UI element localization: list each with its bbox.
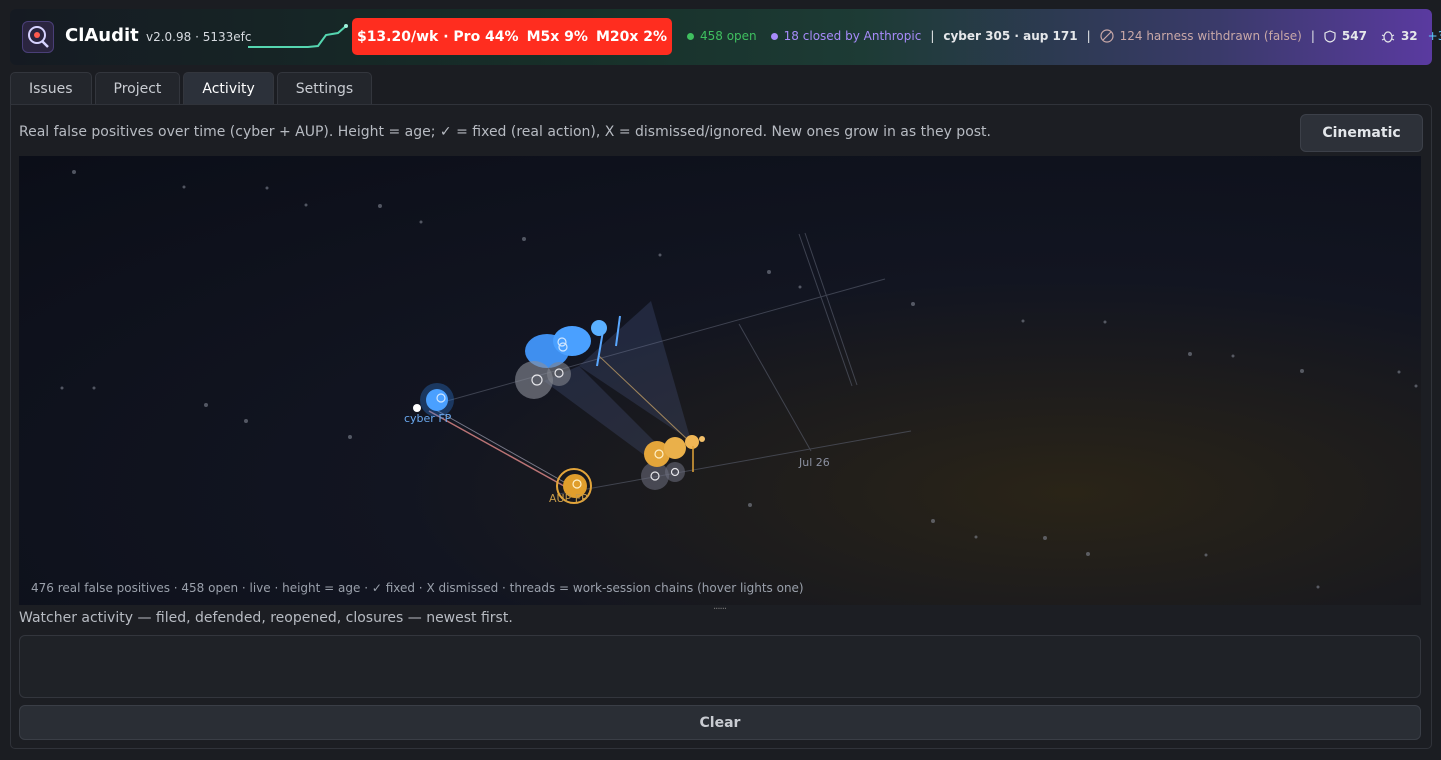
open-count: 458 open [700, 29, 757, 43]
sparkline-chart [248, 24, 348, 48]
app-version: v2.0.98 · 5133efc [146, 30, 252, 44]
separator: | [930, 29, 935, 43]
bug-count: 32 [1400, 29, 1418, 43]
open-dot-icon [687, 32, 694, 40]
watcher-log [19, 635, 1421, 698]
closed-dot-icon [770, 32, 778, 40]
cinematic-button[interactable]: Cinematic [1300, 114, 1423, 152]
cyber-label: cyber FP [404, 412, 452, 425]
today-count: +33 today [1427, 29, 1441, 43]
tab-bar: Issues Project Activity Settings [10, 72, 373, 104]
activity-description: Real false positives over time (cyber + … [19, 124, 991, 140]
closed-count: 18 closed by Anthropic [783, 29, 922, 43]
watcher-label: Watcher activity — filed, defended, reop… [19, 610, 513, 626]
star-field [60, 170, 1418, 589]
withdrawn-icon [1100, 29, 1114, 43]
separator: | [1310, 29, 1315, 43]
aup-label: AUP FP [549, 492, 588, 505]
category-counts: cyber 305 · aup 171 [943, 29, 1078, 43]
bug-icon [1381, 31, 1395, 43]
separator: | [1086, 29, 1091, 43]
m20x-text: M20x 2% [595, 28, 668, 45]
tab-settings[interactable]: Settings [276, 72, 373, 104]
cost-usage-button[interactable]: $13.20/wk · Pro 44% M5x 9% M20x 2% [352, 18, 672, 55]
cost-text: $13.20/wk · Pro 44% [356, 28, 519, 45]
clear-button[interactable]: Clear [19, 705, 1421, 740]
viz-caption: 476 real false positives · 458 open · li… [31, 581, 804, 595]
viz-canvas: cyber FP AUP FP Jul 26 [60, 170, 1418, 589]
tab-issues[interactable]: Issues [10, 72, 92, 104]
m5x-text: M5x 9% [526, 28, 588, 45]
app-logo-icon [22, 21, 54, 53]
shield-icon [1324, 29, 1336, 43]
top-bar: ClAudit v2.0.98 · 5133efc $13.20/wk · Pr… [10, 9, 1441, 65]
resize-handle-icon[interactable]: ...... [713, 601, 727, 612]
date-label: Jul 26 [798, 456, 830, 469]
app-name: ClAudit [65, 25, 139, 46]
shield-count: 547 [1341, 29, 1367, 43]
tab-project[interactable]: Project [94, 72, 181, 104]
stats-bar: 458 open 18 closed by Anthropic | cyber … [687, 29, 1441, 43]
false-positive-visualization[interactable]: cyber FP AUP FP Jul 26 476 real false po… [19, 156, 1421, 605]
withdrawn-count: 124 harness withdrawn (false) [1119, 29, 1302, 43]
tab-activity[interactable]: Activity [183, 72, 274, 104]
